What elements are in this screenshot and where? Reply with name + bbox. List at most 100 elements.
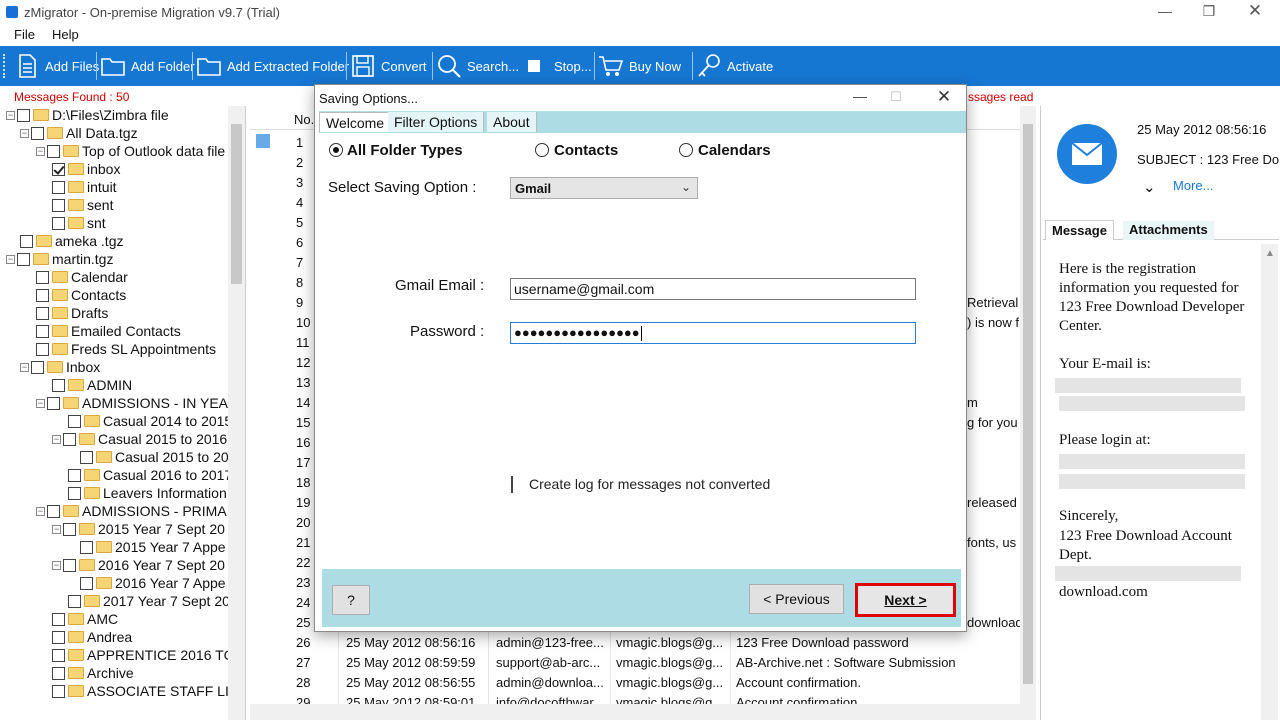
tree-checkbox[interactable] — [52, 198, 65, 212]
tree-item[interactable]: ASSOCIATE STAFF LI — [52, 682, 229, 700]
tree-checkbox[interactable] — [36, 306, 49, 320]
tree-checkbox[interactable] — [63, 522, 76, 536]
tree-checkbox[interactable] — [36, 324, 49, 338]
tree-item[interactable]: Drafts — [36, 304, 108, 322]
tree-item[interactable]: ADMIN — [52, 376, 132, 394]
tree-checkbox[interactable] — [52, 648, 65, 662]
tree-checkbox[interactable] — [47, 144, 60, 158]
tree-item[interactable]: − 2016 Year 7 Sept 20 — [52, 556, 225, 574]
search-button[interactable]: Search... — [432, 46, 519, 86]
convert-button[interactable]: Convert — [346, 46, 427, 86]
maximize-button[interactable]: ❐ — [1186, 0, 1232, 24]
expand-toggle[interactable]: − — [52, 524, 61, 534]
dialog-minimize-button[interactable]: — — [845, 85, 875, 109]
tab-attachments[interactable]: Attachments — [1123, 221, 1214, 240]
tree-checkbox[interactable] — [68, 594, 81, 608]
tree-item[interactable]: Calendar — [36, 268, 128, 286]
tree-checkbox[interactable] — [80, 450, 93, 464]
tree-checkbox[interactable] — [31, 126, 44, 140]
tree-item[interactable]: 2016 Year 7 Appe — [80, 574, 226, 592]
tree-item[interactable]: Freds SL Appointments — [36, 340, 216, 358]
tab-welcome[interactable]: Welcome — [319, 112, 392, 132]
tree-item[interactable]: intuit — [52, 178, 117, 196]
tab-message[interactable]: Message — [1045, 220, 1114, 240]
tree-checkbox[interactable] — [52, 378, 65, 392]
tree-item[interactable]: Contacts — [36, 286, 126, 304]
column-no[interactable]: No. — [294, 112, 314, 127]
expand-toggle[interactable]: − — [6, 254, 15, 264]
tree-item[interactable]: 2017 Year 7 Sept 20 — [68, 592, 230, 610]
tree-scrollbar[interactable] — [228, 106, 245, 720]
tree-checkbox[interactable] — [63, 558, 76, 572]
tree-item[interactable]: Leavers Information — [68, 484, 227, 502]
preview-scrollbar[interactable]: ▲ — [1261, 244, 1278, 720]
previous-button[interactable]: < Previous — [749, 584, 844, 614]
grid-scrollbar-thumb[interactable] — [1023, 124, 1033, 684]
tree-checkbox[interactable] — [31, 360, 44, 374]
tree-item[interactable]: Casual 2014 to 2015 — [68, 412, 232, 430]
more-link[interactable]: More... — [1173, 178, 1213, 193]
tree-checkbox[interactable] — [52, 666, 65, 680]
expand-toggle[interactable]: − — [36, 506, 45, 516]
gmail-email-input[interactable]: username@gmail.com — [510, 278, 916, 300]
expand-toggle[interactable]: − — [52, 560, 61, 570]
add-extracted-folder-button[interactable]: Add Extracted Folder — [192, 46, 349, 86]
tab-filter-options[interactable]: Filter Options — [388, 112, 485, 132]
tree-item[interactable]: − Casual 2015 to 2016 — [52, 430, 227, 448]
create-log-checkbox[interactable]: Create log for messages not converted — [511, 476, 770, 493]
menu-help[interactable]: Help — [52, 27, 79, 42]
tree-checkbox[interactable] — [52, 612, 65, 626]
tree-item[interactable]: − D:\Files\Zimbra file — [6, 106, 169, 124]
tree-item[interactable]: ameka .tgz — [20, 232, 123, 250]
buy-now-button[interactable]: Buy Now — [594, 46, 681, 86]
tree-checkbox[interactable] — [68, 486, 81, 500]
tree-item[interactable]: Casual 2016 to 2017 — [68, 466, 232, 484]
tab-about[interactable]: About — [487, 112, 537, 132]
tree-checkbox[interactable] — [52, 630, 65, 644]
minimize-button[interactable]: — — [1142, 0, 1188, 24]
tree-item[interactable]: − Inbox — [20, 358, 100, 376]
tree-checkbox[interactable] — [52, 180, 65, 194]
activate-button[interactable]: Activate — [692, 46, 773, 86]
tree-item[interactable]: Emailed Contacts — [36, 322, 181, 340]
tree-item[interactable]: − martin.tgz — [6, 250, 113, 268]
expand-toggle[interactable]: − — [20, 128, 29, 138]
tree-checkbox[interactable] — [52, 216, 65, 230]
tree-checkbox[interactable] — [17, 252, 30, 266]
expand-toggle[interactable]: − — [36, 146, 45, 156]
tree-item[interactable]: sent — [52, 196, 113, 214]
expand-toggle[interactable]: − — [52, 434, 61, 444]
table-row[interactable]: 27 25 May 2012 08:59:59 support@ab-arc... v… — [250, 652, 1020, 672]
dialog-close-button[interactable]: ✕ — [929, 85, 959, 109]
next-button[interactable]: Next > — [855, 583, 956, 617]
tree-checkbox[interactable] — [80, 540, 93, 554]
tree-item[interactable]: snt — [52, 214, 106, 232]
tree-checkbox[interactable] — [36, 288, 49, 302]
table-row[interactable]: 26 25 May 2012 08:56:16 admin@123-free... v… — [250, 632, 1020, 652]
tree-item[interactable]: − ADMISSIONS - PRIMA — [36, 502, 227, 520]
tree-checkbox[interactable] — [47, 396, 60, 410]
tree-checkbox[interactable] — [80, 576, 93, 590]
stop-button[interactable]: Stop... — [528, 46, 592, 86]
chevron-down-icon[interactable]: ⌄ — [1143, 178, 1156, 196]
tree-checkbox[interactable] — [68, 468, 81, 482]
tree-checkbox[interactable] — [36, 270, 49, 284]
tree-checkbox[interactable] — [68, 414, 81, 428]
tree-item[interactable]: APPRENTICE 2016 TC — [52, 646, 234, 664]
tree-item[interactable]: AMC — [52, 610, 118, 628]
grid-hscrollbar[interactable] — [250, 704, 1036, 720]
saving-option-select[interactable]: Gmail ⌄ — [510, 177, 698, 199]
grid-scrollbar[interactable] — [1020, 106, 1036, 704]
tree-checkbox[interactable] — [47, 504, 60, 518]
close-button[interactable]: ✕ — [1232, 0, 1278, 24]
tree-checkbox[interactable] — [52, 162, 65, 176]
expand-toggle[interactable]: − — [6, 110, 15, 120]
tree-checkbox[interactable] — [52, 684, 65, 698]
add-files-button[interactable]: Add Files — [14, 46, 99, 86]
tree-item[interactable]: − All Data.tgz — [20, 124, 138, 142]
tree-item[interactable]: inbox — [52, 160, 120, 178]
tree-item[interactable]: Archive — [52, 664, 134, 682]
tree-item[interactable]: − ADMISSIONS - IN YEA — [36, 394, 228, 412]
tree-checkbox[interactable] — [36, 342, 49, 356]
table-row[interactable]: 28 25 May 2012 08:56:55 admin@downloa... vm… — [250, 672, 1020, 692]
